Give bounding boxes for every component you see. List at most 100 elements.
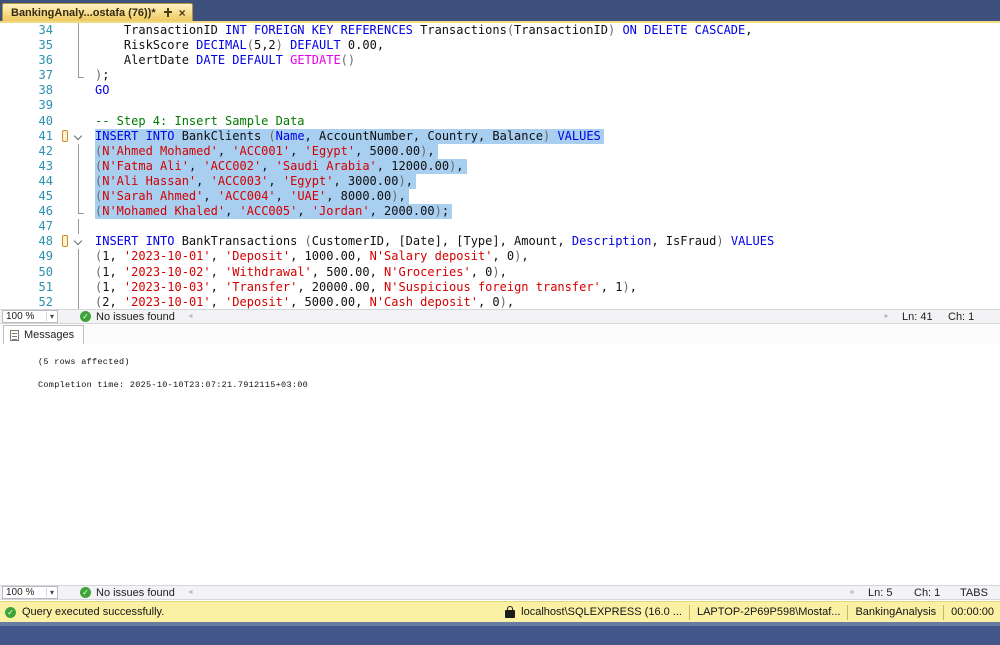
messages-health-indicator[interactable]: ✓ No issues found — [80, 587, 175, 599]
chevron-down-icon: ▾ — [45, 588, 54, 597]
code-line[interactable]: 47 — [0, 219, 1000, 235]
query-status-text: Query executed successfully. — [22, 606, 165, 618]
code-editor[interactable]: 34 TransactionID INT FOREIGN KEY REFEREN… — [0, 23, 1000, 309]
editor-column-indicator: Ch: 1 — [948, 310, 975, 323]
editor-hscrollbar[interactable]: ◄ ► — [187, 313, 890, 320]
line-number: 34 — [38, 23, 53, 37]
editor-zoom-select[interactable]: 100 % ▾ — [2, 310, 58, 323]
messages-column-indicator: Ch: 1 — [914, 586, 941, 599]
results-tab-strip: Messages — [0, 324, 1000, 344]
code-line[interactable]: 46 (N'Mohamed Khaled', 'ACC005', 'Jordan'… — [0, 204, 1000, 220]
change-tracking-cell — [53, 144, 71, 159]
code-line[interactable]: 49 (1, '2023-10-01', 'Deposit', 1000.00, … — [0, 249, 1000, 265]
scroll-left-icon[interactable]: ◄ — [187, 313, 194, 320]
server-name[interactable]: localhost\SQLEXPRESS (16.0 ... — [521, 606, 682, 618]
change-tracking-cell — [53, 189, 71, 204]
fold-margin-cell — [71, 264, 87, 280]
line-number: 43 — [38, 158, 53, 173]
lock-icon — [505, 605, 516, 618]
tab-messages[interactable]: Messages — [3, 325, 85, 344]
scroll-right-icon[interactable]: ► — [883, 313, 890, 320]
editor-zoom-value: 100 % — [6, 311, 35, 322]
code-lines: 34 TransactionID INT FOREIGN KEY REFEREN… — [0, 23, 1000, 309]
fold-collapse-icon[interactable] — [71, 129, 87, 144]
code-line[interactable]: 51 (1, '2023-10-03', 'Transfer', 20000.00… — [0, 279, 1000, 295]
change-tracking-cell — [53, 219, 71, 234]
code-line[interactable]: 41 INSERT INTO BankClients (Name, Account… — [0, 128, 1000, 144]
line-number: 35 — [38, 38, 53, 53]
change-tracking-cell — [53, 38, 71, 53]
messages-hscrollbar[interactable]: ◄ ► — [187, 589, 856, 596]
tabs-mode-indicator: TABS — [960, 586, 988, 599]
close-icon[interactable]: × — [179, 7, 186, 19]
change-tracking-cell — [53, 98, 71, 113]
fold-margin-cell — [71, 83, 87, 98]
change-tracking-cell — [53, 23, 71, 38]
check-icon: ✓ — [80, 587, 91, 598]
completion-time-message: Completion time: 2025-10-10T23:07:21.791… — [38, 380, 309, 390]
line-number: 39 — [38, 98, 53, 113]
editor-health-indicator[interactable]: ✓ No issues found — [80, 311, 175, 323]
fold-margin-cell — [71, 38, 87, 54]
code-text: (1, '2023-10-01', 'Deposit', 1000.00, N'… — [95, 249, 529, 264]
code-line[interactable]: 36 AlertDate DATE DEFAULT GETDATE() — [0, 53, 1000, 69]
line-number: 44 — [38, 173, 53, 188]
query-status-bar: ✓ Query executed successfully. localhost… — [0, 601, 1000, 622]
code-line[interactable]: 43 (N'Fatma Ali', 'ACC002', 'Saudi Arabia… — [0, 158, 1000, 175]
database-name[interactable]: BankingAnalysis — [855, 606, 936, 618]
fold-margin-cell — [71, 158, 87, 175]
change-tracking-cell — [53, 249, 71, 264]
login-name[interactable]: LAPTOP-2P69P598\Mostaf... — [697, 606, 840, 618]
messages-zoom-select[interactable]: 100 % ▾ — [2, 586, 58, 599]
code-line[interactable]: 50 (1, '2023-10-02', 'Withdrawal', 500.00… — [0, 264, 1000, 280]
change-tracking-cell — [53, 68, 71, 83]
code-line[interactable]: 35 RiskScore DECIMAL(5,2) DEFAULT 0.00, — [0, 38, 1000, 54]
code-line[interactable]: 48 INSERT INTO BankTransactions (Customer… — [0, 234, 1000, 249]
code-line[interactable]: 44 (N'Ali Hassan', 'ACC003', 'Egypt', 300… — [0, 173, 1000, 190]
change-tracking-cell — [53, 83, 71, 98]
code-text: TransactionID INT FOREIGN KEY REFERENCES… — [95, 23, 753, 37]
code-line[interactable]: 40 -- Step 4: Insert Sample Data — [0, 114, 1000, 129]
code-line[interactable]: 52 (2, '2023-10-01', 'Deposit', 5000.00, … — [0, 294, 1000, 309]
line-number: 41 — [38, 128, 53, 143]
scroll-left-icon[interactable]: ◄ — [187, 589, 194, 596]
scroll-right-icon[interactable]: ► — [849, 589, 856, 596]
editor-health-label: No issues found — [96, 310, 175, 323]
code-text-selected: (N'Fatma Ali', 'ACC002', 'Saudi Arabia',… — [95, 158, 467, 174]
code-line[interactable]: 45 (N'Sarah Ahmed', 'ACC004', 'UAE', 8000… — [0, 189, 1000, 205]
editor-line-indicator: Ln: 41 — [902, 310, 933, 323]
fold-margin-cell — [71, 249, 87, 265]
fold-margin-cell — [71, 114, 87, 129]
fold-margin-cell — [71, 23, 87, 39]
messages-pane[interactable]: (5 rows affected) Completion time: 2025-… — [0, 344, 1000, 585]
line-number: 45 — [38, 189, 53, 204]
line-number: 48 — [38, 234, 53, 249]
change-tracking-cell — [53, 53, 71, 68]
code-line[interactable]: 34 TransactionID INT FOREIGN KEY REFEREN… — [0, 23, 1000, 39]
divider — [943, 604, 945, 620]
code-line[interactable]: 37); — [0, 68, 1000, 83]
window-bottom-band — [0, 622, 1000, 645]
fold-margin-cell — [71, 68, 87, 83]
pin-icon[interactable] — [163, 8, 172, 17]
messages-tab-label: Messages — [24, 329, 75, 341]
messages-statusbar: 100 % ▾ ✓ No issues found ◄ ► Ln: 5 Ch: … — [0, 585, 1000, 600]
rows-affected-message: (5 rows affected) — [38, 357, 130, 367]
code-line[interactable]: 38 GO — [0, 83, 1000, 98]
divider — [688, 604, 690, 620]
document-tab[interactable]: BankingAnaly...ostafa (76))* × — [2, 3, 193, 21]
fold-collapse-icon[interactable] — [71, 234, 87, 249]
change-tracking-bar — [53, 129, 71, 144]
code-line[interactable]: 42 (N'Ahmed Mohamed', 'ACC001', 'Egypt', … — [0, 143, 1000, 159]
fold-margin-cell — [71, 294, 87, 309]
messages-zoom-value: 100 % — [6, 587, 35, 598]
messages-icon — [10, 329, 19, 341]
fold-margin-cell — [71, 53, 87, 69]
change-tracking-cell — [53, 204, 71, 219]
code-text-selected: (N'Ahmed Mohamed', 'ACC001', 'Egypt', 50… — [95, 143, 438, 159]
fold-margin-cell — [71, 143, 87, 159]
document-tab-title: BankingAnaly...ostafa (76))* — [11, 6, 156, 19]
change-tracking-cell — [53, 265, 71, 280]
check-icon: ✓ — [80, 311, 91, 322]
code-line[interactable]: 39 — [0, 98, 1000, 113]
